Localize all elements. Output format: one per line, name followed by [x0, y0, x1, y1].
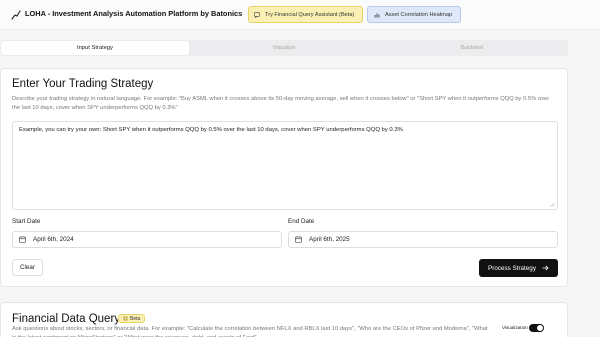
process-strategy-button[interactable]: Process Strategy	[479, 259, 558, 277]
correlation-heatmap-button[interactable]: Asset Correlation Heatmap	[367, 6, 461, 23]
toggle-knob	[537, 325, 543, 331]
strategy-input-value: Example, you can try your own: Short SPY…	[19, 127, 403, 133]
calendar-icon	[295, 236, 302, 243]
query-description: Ask questions about stocks, sectors, or …	[12, 326, 488, 337]
strategy-input[interactable]: Example, you can try your own: Short SPY…	[12, 121, 558, 210]
top-bar: LOHA - Investment Analysis Automation Pl…	[0, 0, 600, 30]
financial-query-card: Financial Data Query Beta Ask questions …	[0, 302, 568, 337]
tab-backtest[interactable]: Backtest	[378, 41, 566, 55]
start-date-value: April 6th, 2024	[33, 236, 74, 243]
beta-badge: Beta	[118, 314, 146, 323]
tab-input-strategy[interactable]: Input Strategy	[1, 41, 189, 55]
message-icon	[254, 11, 260, 18]
financial-query-assistant-button[interactable]: Try Financial Query Assistant (Beta)	[248, 6, 363, 23]
heatmap-button-label: Asset Correlation Heatmap	[385, 11, 453, 18]
end-date-label: End Date	[288, 218, 315, 225]
end-date-picker[interactable]: April 6th, 2025	[288, 231, 558, 248]
tab-visualize[interactable]: Visualize	[190, 41, 378, 55]
visualization-label: Visualization	[502, 325, 528, 330]
chart-line-icon	[11, 10, 21, 20]
calendar-icon	[19, 236, 26, 243]
star-icon	[123, 316, 128, 321]
strategy-card: Enter Your Trading Strategy Describe you…	[0, 68, 568, 287]
strategy-description: Describe your trading strategy in natura…	[12, 96, 550, 111]
process-button-label: Process Strategy	[488, 264, 536, 272]
query-heading: Financial Data Query	[12, 313, 121, 325]
start-date-picker[interactable]: April 6th, 2024	[12, 231, 282, 248]
beta-label: Beta	[130, 315, 141, 322]
strategy-heading: Enter Your Trading Strategy	[12, 78, 154, 90]
app-title: LOHA - Investment Analysis Automation Pl…	[25, 9, 243, 18]
resize-handle-icon[interactable]	[550, 202, 555, 207]
strategy-tabs: Input Strategy Visualize Backtest	[0, 40, 568, 56]
clear-button[interactable]: Clear	[12, 259, 43, 276]
start-date-label: Start Date	[12, 218, 41, 225]
end-date-value: April 6th, 2025	[309, 236, 350, 243]
assistant-button-label: Try Financial Query Assistant (Beta)	[265, 11, 355, 18]
visualization-toggle[interactable]	[529, 324, 544, 332]
arrow-right-icon	[542, 265, 549, 271]
bar-chart-icon	[374, 13, 380, 17]
